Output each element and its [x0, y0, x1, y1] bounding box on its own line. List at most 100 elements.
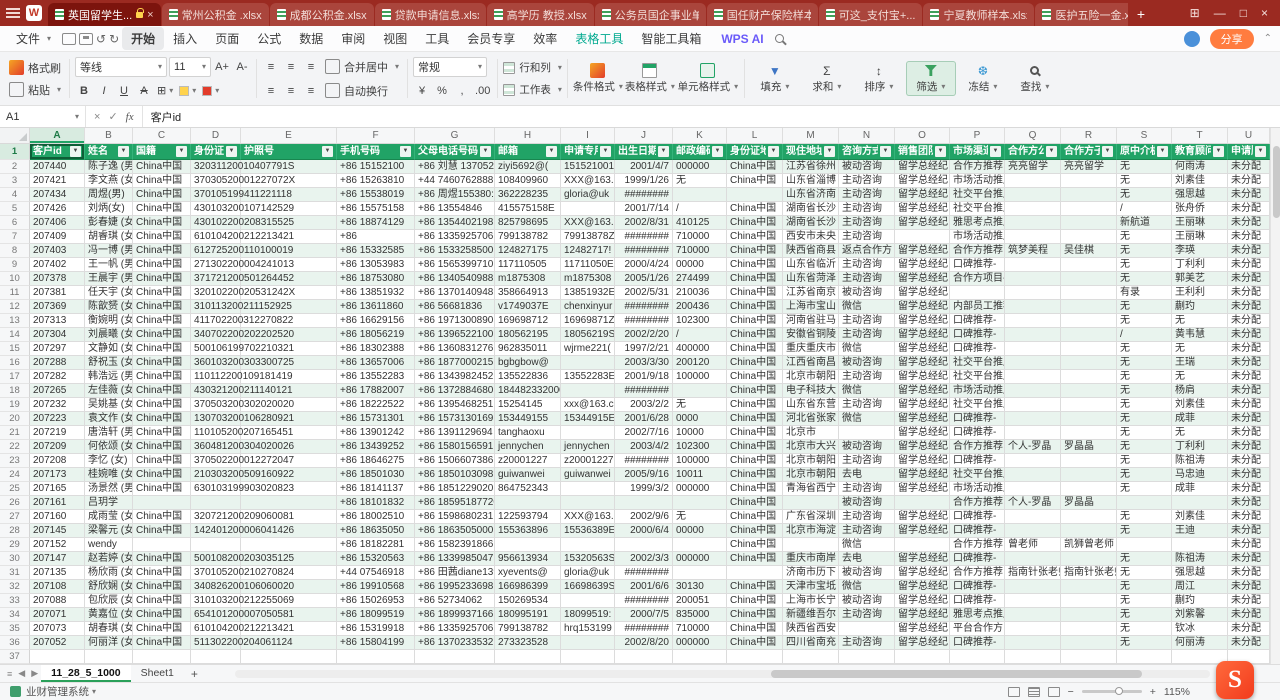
cell[interactable]: 留学总经纪: [895, 468, 950, 482]
cell[interactable]: 110105200207165451: [191, 426, 241, 440]
cell[interactable]: chenxinyur: [561, 300, 615, 314]
cell[interactable]: 江西省南昌: [783, 356, 839, 370]
cell[interactable]: 207369: [30, 300, 85, 314]
header-cell[interactable]: 申请顾问▼: [1228, 144, 1270, 160]
cell[interactable]: +86 18099519: [337, 608, 415, 622]
cell[interactable]: 无: [673, 174, 727, 188]
file-tab[interactable]: 医护五险一金.xlsx: [1035, 3, 1128, 26]
filter-dropdown-icon[interactable]: ▼: [400, 146, 411, 157]
column-header-P[interactable]: P: [950, 128, 1005, 143]
cell[interactable]: 河北省张家: [783, 412, 839, 426]
cell[interactable]: 吕玥学: [85, 496, 133, 510]
cell[interactable]: China中国: [727, 356, 783, 370]
header-cell[interactable]: 咨询方式▼: [839, 144, 895, 160]
cell[interactable]: 无: [1117, 384, 1172, 398]
cell[interactable]: China中国: [133, 314, 191, 328]
column-header-C[interactable]: C: [133, 128, 191, 143]
cell[interactable]: [1061, 608, 1117, 622]
column-header-E[interactable]: E: [241, 128, 337, 143]
row-number[interactable]: 34: [0, 608, 30, 622]
column-header-R[interactable]: R: [1061, 128, 1117, 143]
cell[interactable]: +86: [337, 230, 415, 244]
menu-tab-智能工具箱[interactable]: 智能工具箱: [632, 27, 710, 50]
cell[interactable]: [561, 482, 615, 496]
cell[interactable]: [1061, 454, 1117, 468]
cell[interactable]: 102300: [673, 440, 727, 454]
cell[interactable]: 何丽涛: [1172, 636, 1228, 650]
cell[interactable]: 207381: [30, 286, 85, 300]
minimize-button[interactable]: —: [1214, 6, 1226, 20]
redo-icon[interactable]: ↻: [109, 32, 119, 46]
cell[interactable]: [615, 650, 673, 664]
cell[interactable]: 2002/7/16: [615, 426, 673, 440]
global-menu-icon[interactable]: [6, 8, 20, 18]
cell[interactable]: 400000: [673, 342, 727, 356]
cell[interactable]: XXX@163.(: [561, 174, 615, 188]
file-tab[interactable]: 英国留学生...×: [48, 3, 161, 26]
cell[interactable]: 200120: [673, 356, 727, 370]
cell[interactable]: 留学总经纪: [895, 510, 950, 524]
cell[interactable]: 370105199411221118: [191, 188, 241, 202]
row-number[interactable]: 18: [0, 384, 30, 398]
cell[interactable]: +86 1533258500: [415, 244, 495, 258]
cell[interactable]: 留学总经纪: [895, 454, 950, 468]
cell[interactable]: [1005, 426, 1061, 440]
cell[interactable]: 指南针张老师: [1005, 566, 1061, 580]
file-tab[interactable]: 成都公积金.xlsx: [270, 3, 374, 26]
cell[interactable]: 无: [1117, 160, 1172, 174]
cell[interactable]: +86 1877000215: [415, 356, 495, 370]
cell[interactable]: 207403: [30, 244, 85, 258]
cell[interactable]: 无: [1117, 426, 1172, 440]
cell[interactable]: ########: [615, 188, 673, 202]
cell[interactable]: [133, 538, 191, 552]
cell[interactable]: China中国: [727, 202, 783, 216]
cell[interactable]: 上海市长宁: [783, 594, 839, 608]
cell[interactable]: China中国: [133, 174, 191, 188]
rows-cols-button[interactable]: 行和列▾: [503, 58, 562, 78]
cell[interactable]: 湖南省长沙: [783, 202, 839, 216]
fill-color-button[interactable]: ▾: [177, 81, 198, 101]
cell[interactable]: [337, 650, 415, 664]
cell[interactable]: 956613934: [495, 552, 561, 566]
cell[interactable]: ########: [615, 454, 673, 468]
menu-tab-工具[interactable]: 工具: [416, 27, 458, 50]
cell[interactable]: China中国: [727, 594, 783, 608]
row-number[interactable]: 37: [0, 650, 30, 664]
cell[interactable]: xyevents@: [495, 566, 561, 580]
row-number[interactable]: 26: [0, 496, 30, 510]
cancel-entry-icon[interactable]: ×: [94, 111, 100, 123]
print-icon[interactable]: [79, 33, 93, 45]
row-number[interactable]: 6: [0, 216, 30, 230]
cell[interactable]: 无: [1117, 258, 1172, 272]
cell[interactable]: 未分配: [1228, 258, 1270, 272]
cell[interactable]: 207265: [30, 384, 85, 398]
cell[interactable]: China中国: [133, 552, 191, 566]
cell[interactable]: 207135: [30, 566, 85, 580]
underline-button[interactable]: U: [115, 81, 133, 101]
cell[interactable]: [1005, 510, 1061, 524]
cell[interactable]: 371721200501264452: [191, 272, 241, 286]
cell[interactable]: [1005, 258, 1061, 272]
cell[interactable]: 北京市海淀: [783, 524, 839, 538]
find-button[interactable]: 查找▾: [1010, 61, 1060, 96]
cell[interactable]: 主动咨询: [839, 188, 895, 202]
cell[interactable]: 亮亮留学: [1005, 160, 1061, 174]
cell[interactable]: +86 18874129: [337, 216, 415, 230]
cell[interactable]: 留学总经纪: [895, 216, 950, 230]
cell[interactable]: jennychen: [495, 440, 561, 454]
cell[interactable]: 207223: [30, 412, 85, 426]
cell[interactable]: +86 13611860: [337, 300, 415, 314]
zoom-out-icon[interactable]: −: [1068, 686, 1074, 698]
row-number[interactable]: 11: [0, 286, 30, 300]
cell[interactable]: 000000: [673, 552, 727, 566]
page-view-icon[interactable]: [1028, 687, 1040, 697]
cell[interactable]: 留学总经纪: [895, 440, 950, 454]
next-sheet-icon[interactable]: ▶: [28, 668, 41, 679]
cell[interactable]: +86 13053983: [337, 258, 415, 272]
cell[interactable]: 张舟侨: [1172, 202, 1228, 216]
cell[interactable]: 无: [673, 398, 727, 412]
cell[interactable]: /: [673, 202, 727, 216]
cell[interactable]: 衡婉明 (女: [85, 314, 133, 328]
cell[interactable]: 留学总经纪: [895, 622, 950, 636]
apps-grid-icon[interactable]: ⊞: [1190, 6, 1200, 20]
